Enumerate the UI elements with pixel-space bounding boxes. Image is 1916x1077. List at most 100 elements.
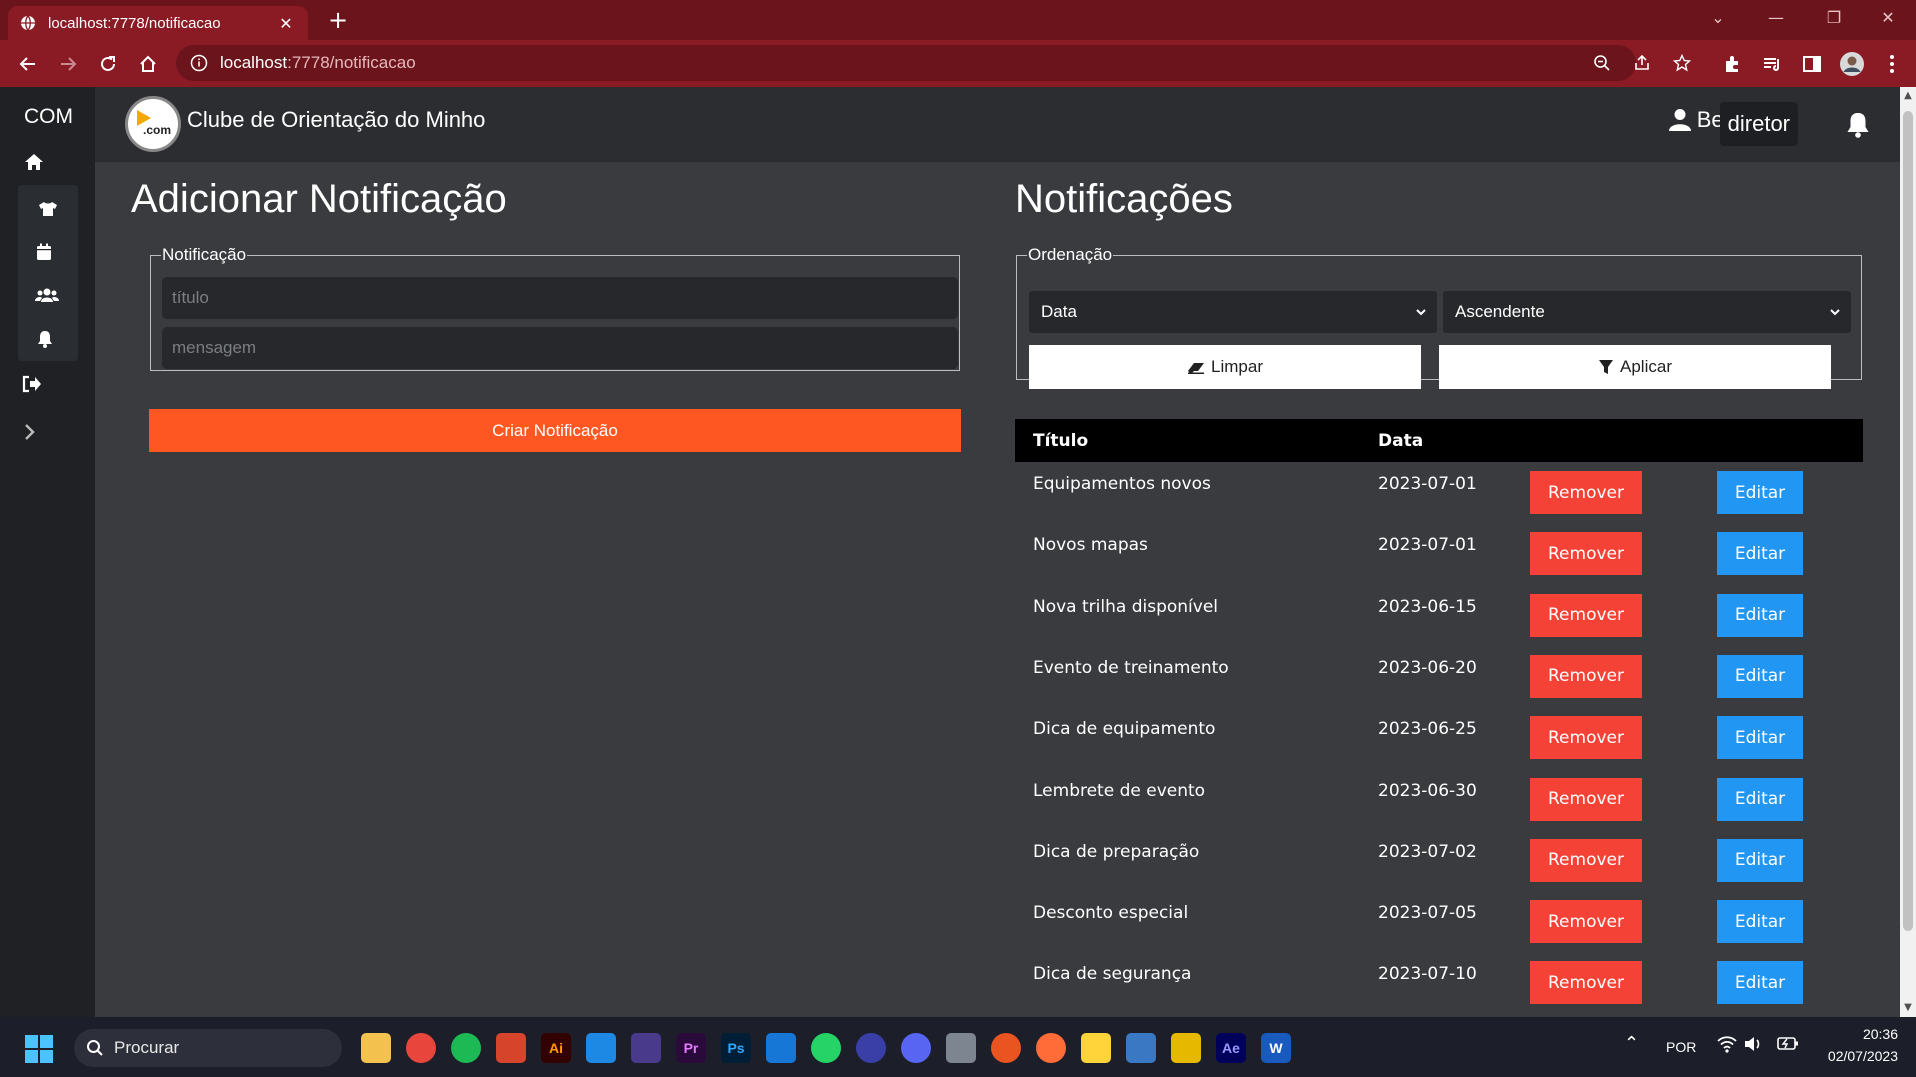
scroll-down-icon[interactable]: ▼ bbox=[1900, 999, 1916, 1017]
home-icon[interactable] bbox=[19, 147, 49, 177]
edit-button[interactable]: Editar bbox=[1717, 838, 1803, 882]
edit-button[interactable]: Editar bbox=[1717, 716, 1803, 760]
profile-avatar[interactable] bbox=[1840, 52, 1864, 76]
pr-app-icon[interactable]: Pr bbox=[676, 1033, 706, 1063]
row-title: Dica de segurança bbox=[1033, 964, 1192, 985]
address-bar[interactable]: localhost:7778/notificacao bbox=[176, 45, 1691, 81]
edit-button[interactable]: Editar bbox=[1717, 532, 1803, 576]
star-icon[interactable] bbox=[1672, 53, 1692, 73]
vscode-app-icon[interactable] bbox=[586, 1033, 616, 1063]
calendar-icon[interactable] bbox=[29, 237, 59, 267]
whatsapp-app-icon[interactable] bbox=[811, 1033, 841, 1063]
app-gray-app-icon[interactable] bbox=[946, 1033, 976, 1063]
remove-button[interactable]: Remover bbox=[1530, 716, 1642, 760]
spotify-app-icon[interactable] bbox=[451, 1033, 481, 1063]
sort-legend: Ordenação bbox=[1028, 245, 1113, 264]
remove-button[interactable]: Remover bbox=[1530, 532, 1642, 576]
windows-start-icon[interactable] bbox=[24, 1034, 54, 1064]
remove-button[interactable]: Remover bbox=[1530, 777, 1642, 821]
chrome-app-icon[interactable] bbox=[406, 1033, 436, 1063]
user-icon bbox=[1668, 108, 1691, 132]
app-red-app-icon[interactable] bbox=[496, 1033, 526, 1063]
remove-button[interactable]: Remover bbox=[1530, 838, 1642, 882]
clear-button[interactable]: Limpar bbox=[1029, 345, 1421, 389]
apply-button[interactable]: Aplicar bbox=[1439, 345, 1831, 389]
edit-button[interactable]: Editar bbox=[1717, 593, 1803, 637]
users-icon[interactable] bbox=[32, 280, 62, 310]
site-title[interactable]: Clube de Orientação do Minho bbox=[187, 107, 485, 133]
eraser-icon bbox=[1187, 360, 1205, 374]
remove-button[interactable]: Remover bbox=[1530, 593, 1642, 637]
browser-toolbar: localhost:7778/notificacao bbox=[0, 40, 1916, 87]
zoom-icon[interactable] bbox=[1592, 53, 1612, 73]
edit-button[interactable]: Editar bbox=[1717, 654, 1803, 698]
discord-app-icon[interactable] bbox=[901, 1033, 931, 1063]
app-yellow-app-icon[interactable] bbox=[1171, 1033, 1201, 1063]
browser-tab[interactable]: localhost:7778/notificacao ✕ bbox=[8, 6, 308, 40]
edit-button[interactable]: Editar bbox=[1717, 900, 1803, 944]
mail-app-icon[interactable] bbox=[766, 1033, 796, 1063]
logout-icon[interactable] bbox=[17, 369, 47, 399]
w-app-icon[interactable]: W bbox=[1261, 1033, 1291, 1063]
sidebar-brand[interactable]: COM bbox=[24, 105, 73, 129]
club-logo[interactable]: .com bbox=[125, 96, 181, 152]
remove-button[interactable]: Remover bbox=[1530, 471, 1642, 514]
page-scrollbar[interactable]: ▲ ▼ bbox=[1900, 87, 1916, 1017]
postman-app-icon[interactable] bbox=[1036, 1033, 1066, 1063]
url-text: localhost:7778/notificacao bbox=[220, 53, 416, 73]
ae-app-icon[interactable]: Ae bbox=[1216, 1033, 1246, 1063]
remove-button[interactable]: Remover bbox=[1530, 654, 1642, 698]
create-notification-button[interactable]: Criar Notificação bbox=[149, 409, 961, 452]
restore-icon[interactable]: ❐ bbox=[1806, 0, 1862, 36]
edit-button[interactable]: Editar bbox=[1717, 471, 1803, 514]
sort-order-select[interactable]: Ascendente bbox=[1443, 291, 1851, 333]
share-icon[interactable] bbox=[1632, 53, 1652, 73]
side-panel-icon[interactable] bbox=[1800, 52, 1824, 76]
clock-time[interactable]: 20:36 bbox=[1846, 1026, 1898, 1042]
ubuntu-app-icon[interactable] bbox=[991, 1033, 1021, 1063]
media-queue-icon[interactable] bbox=[1760, 52, 1784, 76]
home-icon[interactable] bbox=[132, 48, 164, 80]
sort-field-select[interactable]: Data bbox=[1029, 291, 1437, 333]
chevron-down-icon[interactable]: ⌄ bbox=[1690, 0, 1746, 36]
shirt-icon[interactable] bbox=[33, 194, 63, 224]
forward-icon[interactable] bbox=[52, 48, 84, 80]
scrollbar-thumb[interactable] bbox=[1903, 111, 1913, 931]
search-icon bbox=[86, 1039, 104, 1057]
edit-button[interactable]: Editar bbox=[1717, 777, 1803, 821]
clock-date[interactable]: 02/07/2023 bbox=[1818, 1048, 1898, 1064]
info-icon[interactable] bbox=[190, 54, 208, 72]
app-purple-app-icon[interactable] bbox=[631, 1033, 661, 1063]
new-tab-button[interactable]: + bbox=[322, 6, 354, 34]
language-indicator[interactable]: POR bbox=[1666, 1039, 1696, 1055]
back-icon[interactable] bbox=[12, 48, 44, 80]
expand-icon[interactable] bbox=[14, 417, 44, 447]
remove-button[interactable]: Remover bbox=[1530, 961, 1642, 1005]
scroll-up-icon[interactable]: ▲ bbox=[1900, 87, 1916, 105]
reload-icon[interactable] bbox=[92, 48, 124, 80]
taskbar-search[interactable]: Procurar bbox=[74, 1029, 342, 1067]
close-icon[interactable]: ✕ bbox=[276, 14, 296, 33]
ps-app-icon[interactable]: Ps bbox=[721, 1033, 751, 1063]
menu-dots-icon[interactable] bbox=[1880, 52, 1904, 76]
remove-button[interactable]: Remover bbox=[1530, 900, 1642, 944]
extensions-icon[interactable] bbox=[1720, 52, 1744, 76]
lightbulb-app-icon[interactable] bbox=[1081, 1033, 1111, 1063]
explorer-app-icon[interactable] bbox=[361, 1033, 391, 1063]
table-row: Dica de segurança 2023-07-10 Remover Editar bbox=[1015, 952, 1863, 1013]
minimize-icon[interactable]: — bbox=[1748, 0, 1804, 36]
battery-icon[interactable] bbox=[1777, 1035, 1799, 1054]
bell-icon[interactable] bbox=[30, 324, 60, 354]
notifications-bell-icon[interactable] bbox=[1846, 112, 1872, 138]
volume-icon[interactable] bbox=[1743, 1035, 1763, 1056]
table-header: Título Data bbox=[1015, 419, 1863, 462]
edit-button[interactable]: Editar bbox=[1717, 961, 1803, 1005]
ai-app-icon[interactable]: Ai bbox=[541, 1033, 571, 1063]
window-close-icon[interactable]: ✕ bbox=[1860, 0, 1916, 36]
title-input[interactable] bbox=[162, 277, 958, 319]
chevron-up-icon[interactable]: ⌃ bbox=[1624, 1033, 1639, 1054]
app-blue-app-icon[interactable] bbox=[856, 1033, 886, 1063]
wifi-icon[interactable] bbox=[1717, 1035, 1737, 1056]
message-input[interactable] bbox=[162, 327, 958, 369]
virtualbox-app-icon[interactable] bbox=[1126, 1033, 1156, 1063]
